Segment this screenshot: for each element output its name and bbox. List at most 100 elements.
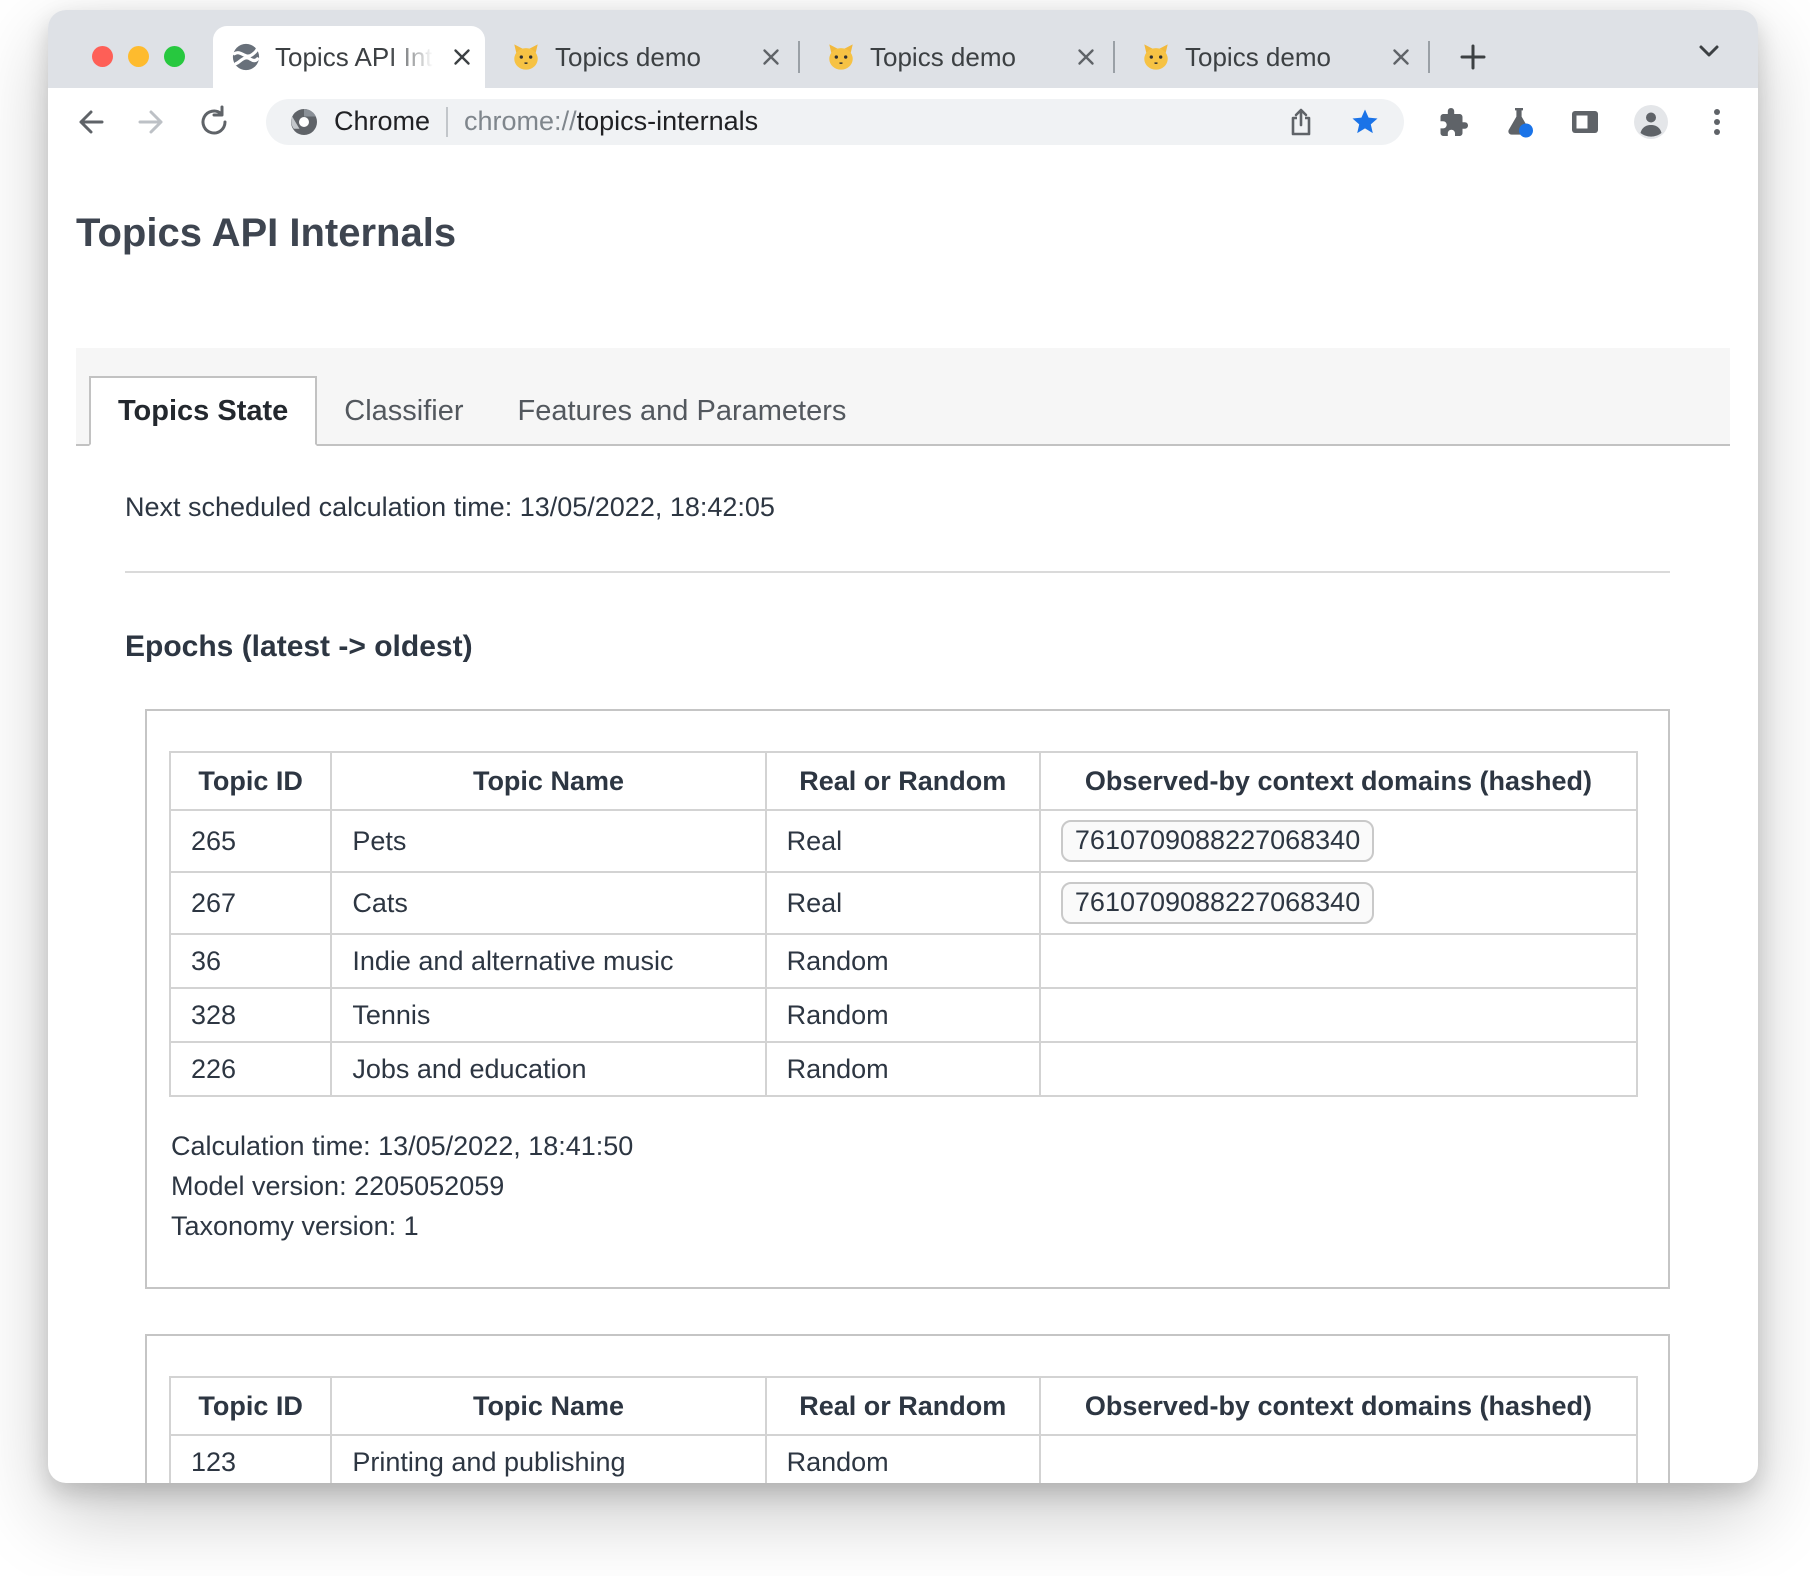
col-topic-id: Topic ID — [170, 1377, 331, 1435]
table-row: 226 Jobs and education Random — [170, 1042, 1637, 1096]
url-scheme: chrome:// — [464, 106, 577, 136]
tab-title: Topics demo — [870, 41, 1065, 73]
browser-tab-topics-internals[interactable]: Topics API Internals — [213, 26, 485, 88]
address-bar[interactable]: Chrome chrome://topics-internals — [266, 99, 1404, 145]
share-icon[interactable] — [1286, 107, 1316, 137]
labs-flask-icon[interactable] — [1502, 105, 1536, 139]
next-calculation-time: Next scheduled calculation time: 13/05/2… — [125, 492, 1670, 523]
tab-classifier[interactable]: Classifier — [317, 378, 490, 444]
cell-topic-name: Indie and alternative music — [331, 934, 765, 988]
observed-domain-chip: 7610709088227068340 — [1061, 820, 1374, 862]
observed-domain-chip: 7610709088227068340 — [1061, 882, 1374, 924]
cell-domains — [1040, 1435, 1637, 1483]
col-real-or-random: Real or Random — [766, 752, 1040, 810]
side-panel-icon[interactable] — [1568, 105, 1602, 139]
tab-features-and-parameters[interactable]: Features and Parameters — [491, 378, 874, 444]
epoch-box-latest: Topic ID Topic Name Real or Random Obser… — [145, 709, 1670, 1289]
cell-domains — [1040, 1042, 1637, 1096]
cell-topic-id: 226 — [170, 1042, 331, 1096]
topics-state-panel: Next scheduled calculation time: 13/05/2… — [76, 492, 1730, 1483]
epoch-table: Topic ID Topic Name Real or Random Obser… — [169, 1376, 1638, 1483]
browser-tab-topics-demo-3[interactable]: Topics demo — [1115, 26, 1428, 88]
url-text[interactable]: chrome://topics-internals — [464, 106, 758, 137]
cell-topic-id: 36 — [170, 934, 331, 988]
cell-source: Real — [766, 872, 1040, 934]
browser-tab-topics-demo-2[interactable]: Topics demo — [800, 26, 1113, 88]
tab-topics-state[interactable]: Topics State — [89, 376, 317, 446]
cell-source: Random — [766, 934, 1040, 988]
epoch-meta: Calculation time: 13/05/2022, 18:41:50 M… — [169, 1131, 1638, 1242]
table-header-row: Topic ID Topic Name Real or Random Obser… — [170, 1377, 1637, 1435]
table-row: 328 Tennis Random — [170, 988, 1637, 1042]
tab-title: Topics demo — [1185, 41, 1380, 73]
cell-domains: 7610709088227068340 — [1040, 872, 1637, 934]
divider — [125, 571, 1670, 573]
browser-menu-dots-icon[interactable] — [1700, 105, 1734, 139]
close-tab-icon[interactable] — [1390, 46, 1412, 68]
back-icon[interactable] — [72, 104, 108, 140]
table-row: 265 Pets Real 7610709088227068340 — [170, 810, 1637, 872]
cat-favicon-icon — [826, 42, 856, 72]
close-tab-icon[interactable] — [760, 46, 782, 68]
cell-topic-name: Pets — [331, 810, 765, 872]
col-observed-domains: Observed-by context domains (hashed) — [1040, 752, 1637, 810]
new-tab-icon[interactable] — [1456, 40, 1490, 74]
table-row: 123 Printing and publishing Random — [170, 1435, 1637, 1483]
browser-tab-topics-demo-1[interactable]: Topics demo — [485, 26, 798, 88]
col-observed-domains: Observed-by context domains (hashed) — [1040, 1377, 1637, 1435]
epoch-box-older: Topic ID Topic Name Real or Random Obser… — [145, 1334, 1670, 1483]
url-divider — [446, 107, 448, 137]
profile-avatar-icon[interactable] — [1634, 105, 1668, 139]
page-tabbar: Topics State Classifier Features and Par… — [76, 348, 1730, 446]
close-window-button[interactable] — [92, 46, 113, 67]
tab-divider — [1428, 41, 1430, 73]
cell-source: Real — [766, 810, 1040, 872]
tab-title: Topics API Internals — [275, 41, 441, 73]
cell-domains: 7610709088227068340 — [1040, 810, 1637, 872]
table-row: 36 Indie and alternative music Random — [170, 934, 1637, 988]
col-topic-name: Topic Name — [331, 1377, 765, 1435]
table-header-row: Topic ID Topic Name Real or Random Obser… — [170, 752, 1637, 810]
browser-toolbar: Chrome chrome://topics-internals — [48, 88, 1758, 155]
globe-favicon-icon — [231, 42, 261, 72]
cell-topic-name: Tennis — [331, 988, 765, 1042]
cell-topic-id: 267 — [170, 872, 331, 934]
forward-icon[interactable] — [134, 104, 170, 140]
reload-icon[interactable] — [196, 104, 232, 140]
cell-topic-name: Printing and publishing — [331, 1435, 765, 1483]
close-tab-icon[interactable] — [1075, 46, 1097, 68]
taxonomy-version: Taxonomy version: 1 — [171, 1211, 1638, 1242]
close-tab-icon[interactable] — [451, 46, 473, 68]
tab-title: Topics demo — [555, 41, 750, 73]
cell-source: Random — [766, 988, 1040, 1042]
calculation-time: Calculation time: 13/05/2022, 18:41:50 — [171, 1131, 1638, 1162]
cell-domains — [1040, 934, 1637, 988]
browser-window: Topics API Internals Topics demo — [48, 10, 1758, 1483]
model-version: Model version: 2205052059 — [171, 1171, 1638, 1202]
col-real-or-random: Real or Random — [766, 1377, 1040, 1435]
cat-favicon-icon — [1141, 42, 1171, 72]
cell-topic-id: 123 — [170, 1435, 331, 1483]
extensions-puzzle-icon[interactable] — [1436, 105, 1470, 139]
col-topic-name: Topic Name — [331, 752, 765, 810]
bookmark-star-icon[interactable] — [1350, 107, 1380, 137]
col-topic-id: Topic ID — [170, 752, 331, 810]
url-host: topics-internals — [577, 106, 759, 136]
cell-topic-name: Cats — [331, 872, 765, 934]
page-content: Topics API Internals Topics State Classi… — [48, 210, 1758, 1483]
cell-topic-id: 265 — [170, 810, 331, 872]
cell-topic-id: 328 — [170, 988, 331, 1042]
cell-source: Random — [766, 1435, 1040, 1483]
cell-domains — [1040, 988, 1637, 1042]
page-title: Topics API Internals — [76, 210, 1730, 256]
table-row: 267 Cats Real 7610709088227068340 — [170, 872, 1637, 934]
minimize-window-button[interactable] — [128, 46, 149, 67]
zoom-window-button[interactable] — [164, 46, 185, 67]
window-controls — [92, 46, 185, 67]
chrome-logo-icon — [290, 108, 318, 136]
epoch-table: Topic ID Topic Name Real or Random Obser… — [169, 751, 1638, 1097]
url-product-label: Chrome — [334, 106, 430, 137]
cell-topic-name: Jobs and education — [331, 1042, 765, 1096]
tab-search-chevron-down-icon[interactable] — [1694, 36, 1724, 66]
cat-favicon-icon — [511, 42, 541, 72]
